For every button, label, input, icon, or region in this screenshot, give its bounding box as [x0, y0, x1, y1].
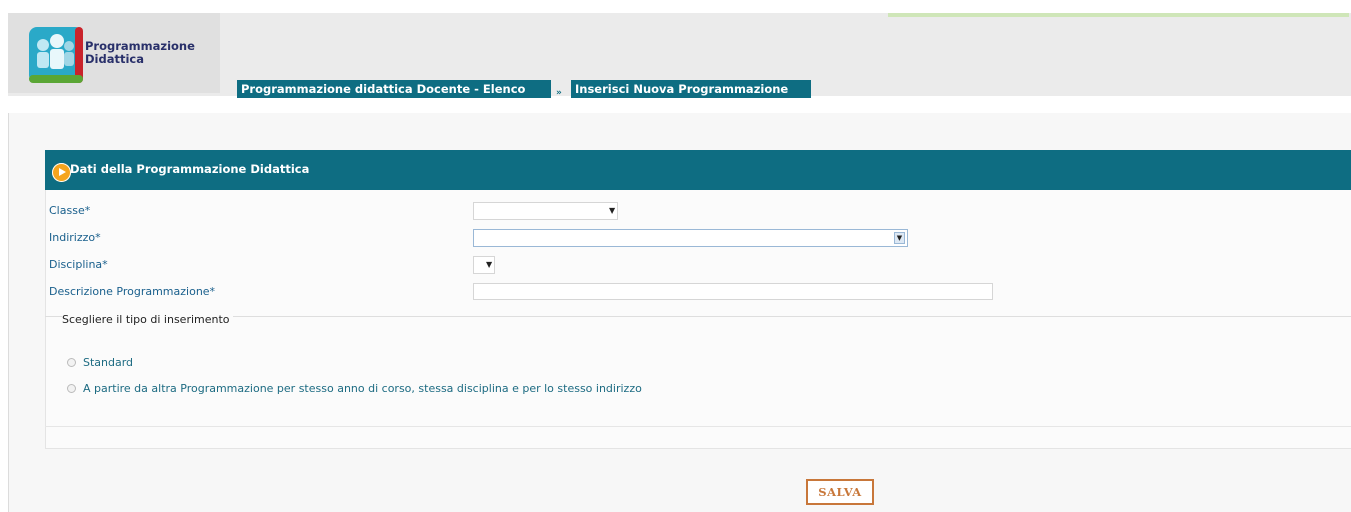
radio-standard[interactable]: [67, 358, 76, 367]
disciplina-select[interactable]: ▼: [473, 256, 495, 274]
indirizzo-select[interactable]: ▼: [473, 229, 908, 247]
app-logo-icon[interactable]: [29, 27, 83, 83]
chevron-down-icon[interactable]: ▼: [894, 232, 905, 244]
app-title-line2: Didattica: [85, 52, 144, 66]
descrizione-input[interactable]: [473, 283, 993, 300]
descrizione-label: Descrizione Programmazione*: [49, 285, 216, 298]
radio-from-other[interactable]: [67, 384, 76, 393]
insert-type-legend: Scegliere il tipo di inserimento: [62, 313, 233, 326]
classe-label: Classe*: [49, 204, 91, 217]
indirizzo-label: Indirizzo*: [49, 231, 101, 244]
section-title: Dati della Programmazione Didattica: [70, 162, 310, 176]
chevron-down-icon: ▼: [486, 260, 493, 269]
play-circle-icon: [52, 163, 71, 182]
breadcrumb-separator: »: [556, 88, 562, 98]
app-title: Programmazione Didattica: [85, 40, 195, 66]
radio-standard-label[interactable]: Standard: [83, 356, 133, 369]
top-accent-line: [888, 13, 1349, 17]
chevron-down-icon: ▼: [609, 206, 616, 215]
insert-type-fieldset: [45, 316, 1351, 427]
breadcrumb-item-elenco[interactable]: Programmazione didattica Docente - Elenc…: [237, 80, 551, 98]
radio-from-other-label[interactable]: A partire da altra Programmazione per st…: [83, 382, 642, 395]
breadcrumb-item-nuova[interactable]: Inserisci Nuova Programmazione: [571, 80, 811, 98]
save-button[interactable]: SALVA: [806, 479, 874, 505]
disciplina-label: Disciplina*: [49, 258, 108, 271]
classe-select[interactable]: ▼: [473, 202, 618, 220]
